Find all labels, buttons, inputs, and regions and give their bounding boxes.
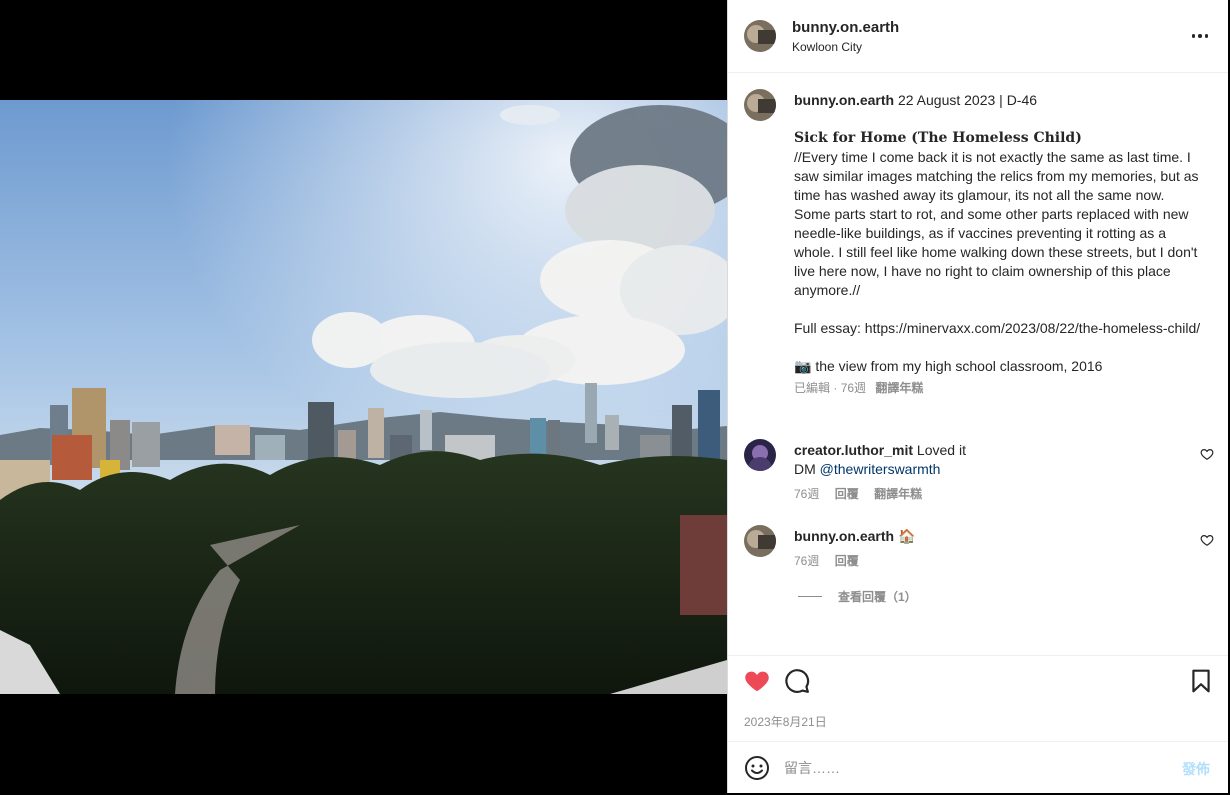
comment-reply-button[interactable]: 回覆 <box>835 554 859 568</box>
comment-body-line2: DM <box>794 461 820 477</box>
post-actions-bar: 2023年8月21日 <box>728 655 1229 741</box>
caption-translate-button[interactable]: 翻譯年糕 <box>875 381 923 395</box>
caption-essay-link: Full essay: https://minervaxx.com/2023/0… <box>794 320 1201 336</box>
post-comment-button[interactable]: 發佈 <box>1182 759 1210 779</box>
post-date: 2023年8月21日 <box>744 715 827 729</box>
caption-photo-note: 📷 the view from my high school classroom… <box>794 358 1103 374</box>
add-comment-bar: 發佈 <box>728 741 1229 793</box>
post-caption: bunny.on.earth 22 August 2023 | D-46 Sic… <box>794 91 1204 398</box>
comments-section[interactable]: bunny.on.earth 22 August 2023 | D-46 Sic… <box>728 73 1229 655</box>
comment-body: Loved it <box>916 442 966 458</box>
comment-text: creator.luthor_mit Loved it DM @thewrite… <box>794 441 1184 504</box>
view-replies-label: 查看回覆（1） <box>838 590 917 604</box>
post-header: bunny.on.earth Kowloon City <box>728 0 1229 73</box>
comment-age: 76週 <box>794 554 820 568</box>
view-replies-button[interactable]: 查看回覆（1） <box>798 588 917 605</box>
caption-age: 76週 <box>840 381 867 395</box>
skyline-photo <box>0 100 727 694</box>
comment-reply-button[interactable]: 回覆 <box>835 487 859 501</box>
commenter-avatar[interactable] <box>744 439 776 471</box>
like-heart-icon[interactable] <box>744 668 770 694</box>
caption-header: 22 August 2023 | D-46 <box>897 92 1038 108</box>
author-username[interactable]: bunny.on.earth <box>792 19 899 36</box>
caption-username[interactable]: bunny.on.earth <box>794 92 894 108</box>
comment-input[interactable] <box>784 756 1164 780</box>
caption-meta: 已編輯 · 76週 翻譯年糕 <box>794 381 924 395</box>
save-bookmark-icon[interactable] <box>1188 668 1214 694</box>
comment-like-heart-icon[interactable] <box>1200 533 1214 547</box>
caption-title: Sick for Home (The Homeless Child) <box>794 130 1082 146</box>
post-detail-panel: bunny.on.earth Kowloon City bunny.on.ear… <box>727 0 1229 793</box>
comment-text: bunny.on.earth 🏠 76週 回覆 <box>794 527 1184 571</box>
post-media-area <box>0 0 727 795</box>
comment-username[interactable]: bunny.on.earth <box>794 528 894 544</box>
comment-like-heart-icon[interactable] <box>1200 447 1214 461</box>
caption-author-avatar[interactable] <box>744 89 776 121</box>
comment-body: 🏠 <box>897 528 916 544</box>
comment-mention-link[interactable]: @thewriterswarmth <box>820 461 941 477</box>
commenter-avatar[interactable] <box>744 525 776 557</box>
post-photo[interactable] <box>0 100 727 694</box>
emoji-smiley-icon[interactable] <box>744 755 770 781</box>
caption-edited: 已編輯 <box>794 381 831 395</box>
comment-username[interactable]: creator.luthor_mit <box>794 442 913 458</box>
caption-body: //Every time I come back it is not exact… <box>794 149 1199 298</box>
more-options-icon[interactable] <box>1186 26 1214 46</box>
comment-meta: 76週 回覆 <box>794 552 1184 571</box>
view-replies-divider <box>798 596 822 597</box>
author-avatar[interactable] <box>744 20 776 52</box>
post-location[interactable]: Kowloon City <box>792 40 862 54</box>
comment-meta: 76週 回覆 翻譯年糕 <box>794 485 1184 504</box>
comment-translate-button[interactable]: 翻譯年糕 <box>874 487 922 501</box>
comment-age: 76週 <box>794 487 820 501</box>
comment-bubble-icon[interactable] <box>784 668 810 694</box>
